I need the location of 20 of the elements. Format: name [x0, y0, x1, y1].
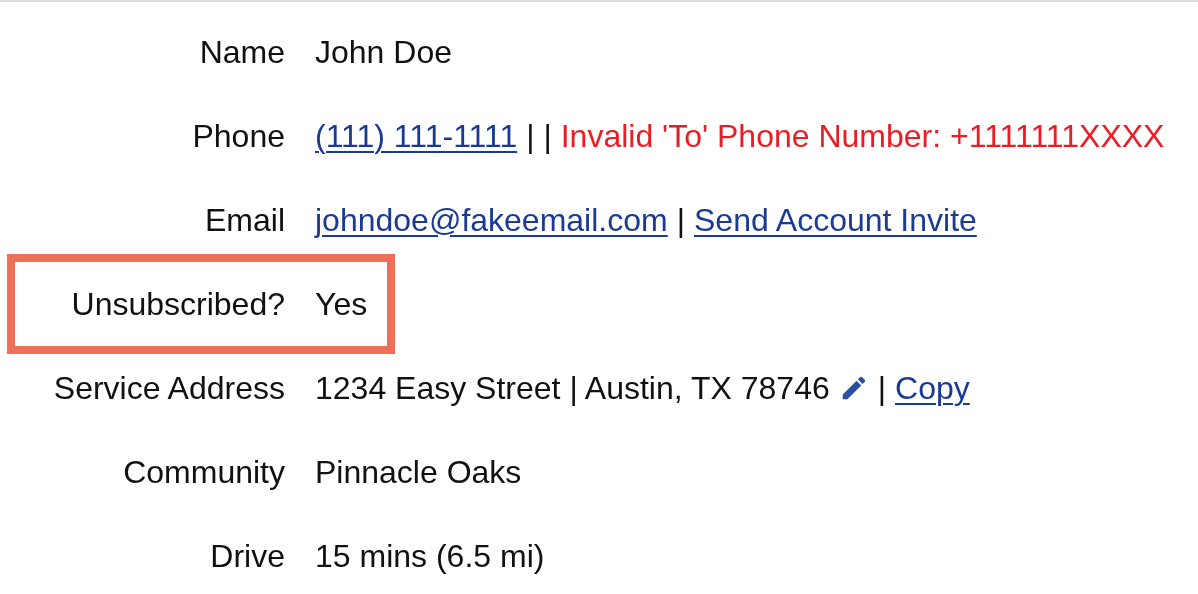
link[interactable]: Copy: [895, 369, 970, 407]
field-label: Community: [122, 453, 285, 491]
error-message: Invalid 'To' Phone Number: +1111111XXXX: [560, 117, 1165, 155]
value-text: | |: [526, 117, 552, 155]
field-label: Phone: [191, 117, 285, 155]
value-text: John Doe: [315, 33, 452, 71]
field-label: Service Address: [52, 369, 285, 407]
field-label: Drive: [209, 537, 285, 575]
value-text: Yes: [315, 285, 368, 323]
value-text: Pinnacle Oaks: [315, 453, 522, 491]
value-text: |: [676, 201, 685, 239]
field-label: Name: [198, 33, 285, 71]
link[interactable]: (111) 111-1111: [315, 117, 518, 155]
value-text: |: [877, 369, 887, 407]
value-text: 1234 Easy Street | Austin, TX 78746: [315, 369, 830, 407]
value-text: 15 mins (6.5 mi): [315, 537, 545, 575]
link[interactable]: johndoe@fakeemail.com: [315, 201, 668, 239]
field-label: Email: [204, 201, 285, 239]
link[interactable]: Send Account Invite: [694, 201, 977, 239]
field-label: Unsubscribed?: [70, 285, 285, 323]
